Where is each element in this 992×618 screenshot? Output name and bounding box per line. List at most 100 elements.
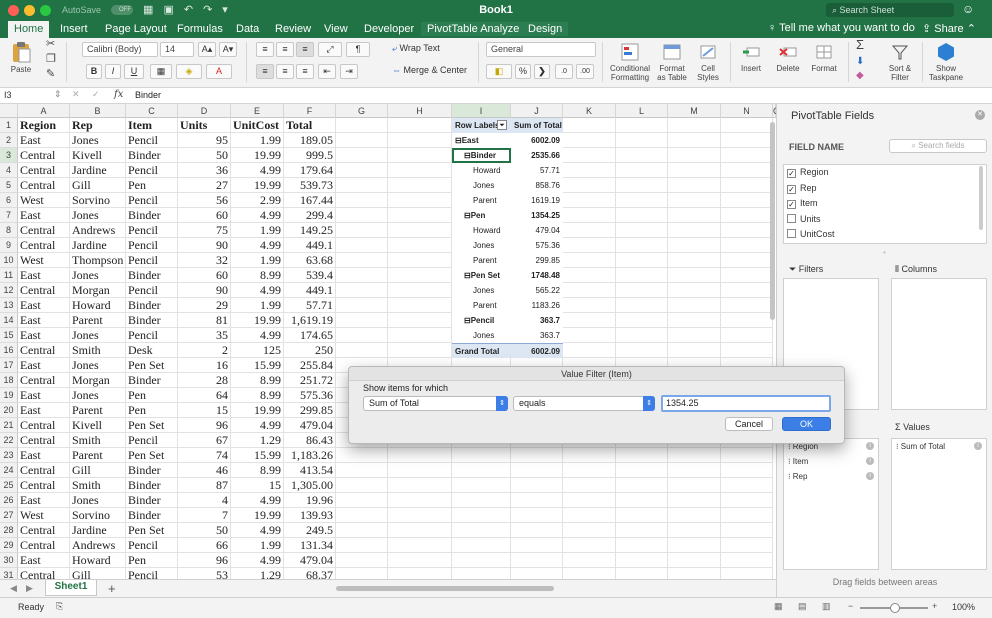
- row-header[interactable]: 20: [0, 403, 18, 418]
- orientation-button[interactable]: ⤢: [318, 42, 342, 57]
- empty-cell[interactable]: [563, 343, 616, 358]
- tab-pivottable-analyze[interactable]: PivotTable Analyze: [421, 22, 526, 36]
- table-cell[interactable]: East: [18, 493, 70, 508]
- table-cell[interactable]: 15: [178, 403, 231, 418]
- table-cell[interactable]: 60: [178, 208, 231, 223]
- table-cell[interactable]: East: [18, 313, 70, 328]
- pivot-row-value[interactable]: 299.85: [511, 253, 563, 268]
- column-header-a[interactable]: A: [18, 104, 70, 118]
- checkbox-icon[interactable]: [787, 213, 796, 223]
- empty-cell[interactable]: [563, 163, 616, 178]
- empty-cell[interactable]: [563, 208, 616, 223]
- column-header-j[interactable]: J: [511, 104, 563, 118]
- empty-cell[interactable]: [336, 268, 388, 283]
- empty-cell[interactable]: [511, 508, 563, 523]
- empty-cell[interactable]: [616, 478, 668, 493]
- pivot-row-value[interactable]: 479.04: [511, 223, 563, 238]
- table-cell[interactable]: Parent: [70, 448, 126, 463]
- table-cell[interactable]: Jones: [70, 388, 126, 403]
- pivot-row-label[interactable]: Jones: [452, 283, 511, 298]
- table-cell[interactable]: Pencil: [126, 193, 178, 208]
- column-header-h[interactable]: H: [388, 104, 452, 118]
- table-cell[interactable]: 4.99: [231, 163, 284, 178]
- pivot-row-label[interactable]: ⊟East: [452, 133, 511, 148]
- table-cell[interactable]: Jones: [70, 268, 126, 283]
- pivot-row-value[interactable]: 6002.09: [511, 133, 563, 148]
- table-cell[interactable]: 35: [178, 328, 231, 343]
- empty-cell[interactable]: [336, 148, 388, 163]
- table-cell[interactable]: 4.99: [231, 523, 284, 538]
- tab-insert[interactable]: Insert: [54, 22, 94, 36]
- empty-cell[interactable]: [388, 553, 452, 568]
- table-cell[interactable]: Binder: [126, 268, 178, 283]
- empty-cell[interactable]: [668, 463, 721, 478]
- empty-cell[interactable]: [668, 313, 721, 328]
- empty-cell[interactable]: [721, 163, 773, 178]
- table-cell[interactable]: 95: [178, 133, 231, 148]
- empty-cell[interactable]: [511, 478, 563, 493]
- table-cell[interactable]: West: [18, 193, 70, 208]
- checkbox-checked-icon[interactable]: ✓: [787, 200, 796, 209]
- table-cell[interactable]: Sorvino: [70, 193, 126, 208]
- table-cell[interactable]: 63.68: [284, 253, 336, 268]
- empty-cell[interactable]: [668, 253, 721, 268]
- table-cell[interactable]: Pencil: [126, 328, 178, 343]
- column-header-g[interactable]: G: [336, 104, 388, 118]
- tell-me-search[interactable]: ♀ Tell me what you want to do: [768, 22, 915, 34]
- table-cell[interactable]: Howard: [70, 298, 126, 313]
- table-cell[interactable]: 7: [178, 508, 231, 523]
- tab-formulas[interactable]: Formulas: [171, 22, 229, 36]
- pivot-grand-total-value[interactable]: 6002.09: [511, 343, 563, 358]
- table-cell[interactable]: Pencil: [126, 163, 178, 178]
- table-cell[interactable]: 1.99: [231, 298, 284, 313]
- formula-input[interactable]: Binder: [135, 90, 161, 100]
- zoom-in-icon[interactable]: +: [932, 601, 937, 611]
- table-cell[interactable]: Central: [18, 433, 70, 448]
- pivot-row-value[interactable]: 1183.26: [511, 298, 563, 313]
- row-header[interactable]: 18: [0, 373, 18, 388]
- customize-toolbar-icon[interactable]: ▾: [222, 3, 228, 16]
- tab-page-layout[interactable]: Page Layout: [99, 22, 173, 36]
- column-header-d[interactable]: D: [178, 104, 231, 118]
- table-cell[interactable]: Pen Set: [126, 358, 178, 373]
- table-cell[interactable]: 19.99: [231, 508, 284, 523]
- add-sheet-button[interactable]: +: [108, 581, 116, 596]
- empty-cell[interactable]: [668, 163, 721, 178]
- zoom-level[interactable]: 100%: [952, 602, 975, 612]
- empty-cell[interactable]: [721, 478, 773, 493]
- font-color-button[interactable]: A: [206, 64, 232, 79]
- table-cell[interactable]: 2.99: [231, 193, 284, 208]
- format-painter-icon[interactable]: ✎: [46, 69, 55, 80]
- empty-cell[interactable]: [563, 508, 616, 523]
- table-cell[interactable]: Pencil: [126, 433, 178, 448]
- accept-formula-icon[interactable]: ✓: [92, 89, 100, 100]
- empty-cell[interactable]: [563, 328, 616, 343]
- pivot-row-label[interactable]: Jones: [452, 238, 511, 253]
- empty-cell[interactable]: [388, 223, 452, 238]
- empty-cell[interactable]: [511, 553, 563, 568]
- empty-cell[interactable]: [511, 523, 563, 538]
- empty-cell[interactable]: [336, 478, 388, 493]
- table-cell[interactable]: 167.44: [284, 193, 336, 208]
- empty-cell[interactable]: [721, 568, 773, 579]
- table-cell[interactable]: 449.1: [284, 238, 336, 253]
- decrease-indent-button[interactable]: ⇤: [318, 64, 336, 79]
- row-header[interactable]: 5: [0, 178, 18, 193]
- format-cells-button[interactable]: Format: [808, 42, 840, 73]
- empty-cell[interactable]: [668, 238, 721, 253]
- table-cell[interactable]: 90: [178, 283, 231, 298]
- row-header[interactable]: 2: [0, 133, 18, 148]
- function-icon[interactable]: fx: [114, 89, 123, 100]
- increase-indent-button[interactable]: ⇥: [340, 64, 358, 79]
- sort-filter-button[interactable]: Sort & Filter: [882, 42, 918, 82]
- percent-button[interactable]: %: [515, 64, 531, 79]
- empty-cell[interactable]: [336, 463, 388, 478]
- table-cell[interactable]: Central: [18, 373, 70, 388]
- tab-developer[interactable]: Developer: [358, 22, 420, 36]
- row-header[interactable]: 22: [0, 433, 18, 448]
- empty-cell[interactable]: [721, 448, 773, 463]
- empty-cell[interactable]: [721, 343, 773, 358]
- filter-active-icon[interactable]: ⏷: [497, 120, 507, 130]
- empty-cell[interactable]: [336, 133, 388, 148]
- row-header[interactable]: 14: [0, 313, 18, 328]
